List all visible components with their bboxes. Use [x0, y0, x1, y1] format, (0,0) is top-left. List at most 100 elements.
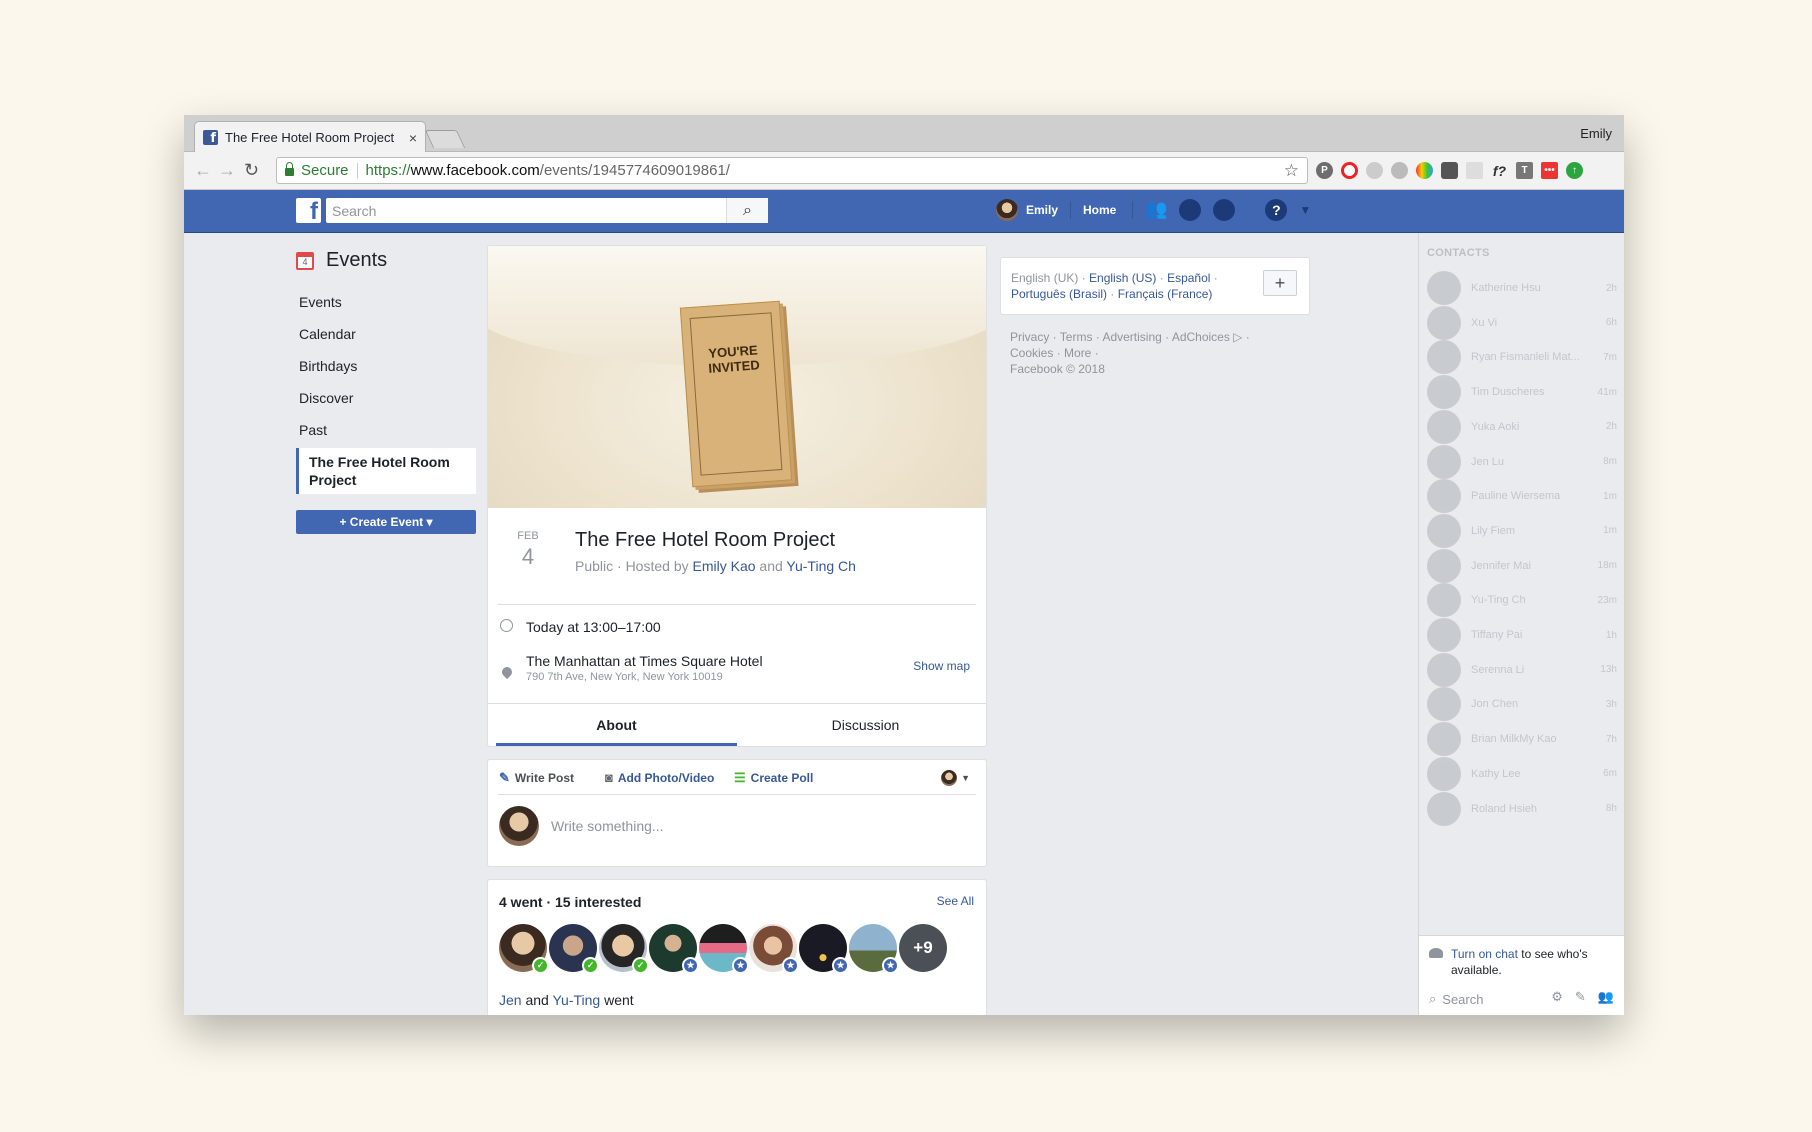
contact-item[interactable]: Ryan Fismanleli Mat... 7m — [1427, 340, 1617, 375]
lang-link[interactable]: English (US) — [1089, 271, 1156, 285]
went-name-1[interactable]: Jen — [499, 992, 522, 1008]
went-name-2[interactable]: Yu-Ting — [552, 992, 600, 1008]
close-icon[interactable]: × — [409, 130, 417, 146]
user-name-link[interactable]: Emily — [1026, 203, 1058, 217]
event-card: YOU'RE INVITED FEB 4 The Free Hotel Room… — [487, 245, 987, 747]
tab-about[interactable]: About — [496, 704, 737, 746]
facebook-logo-icon[interactable]: f — [296, 198, 321, 224]
contact-item[interactable]: Xu Vi 6h — [1427, 305, 1617, 340]
forward-arrow-icon[interactable]: → — [218, 161, 236, 179]
host-link-1[interactable]: Emily Kao — [693, 558, 756, 574]
cast-extension-icon[interactable] — [1366, 162, 1383, 179]
contact-item[interactable]: Tim Duscheres 41m — [1427, 375, 1617, 410]
pocket-extension-icon[interactable] — [1441, 162, 1458, 179]
text-extension-icon[interactable]: T — [1516, 162, 1533, 179]
contact-item[interactable]: Brian MilkMy Kao 7h — [1427, 722, 1617, 757]
search-input[interactable]: Search ⌕ — [326, 198, 768, 223]
contact-item[interactable]: Kathy Lee 6m — [1427, 756, 1617, 791]
help-icon[interactable]: ? — [1265, 199, 1288, 221]
tab-discussion[interactable]: Discussion — [745, 704, 986, 746]
lastpass-extension-icon[interactable]: ••• — [1541, 162, 1558, 179]
user-avatar[interactable] — [996, 199, 1018, 221]
browser-tab[interactable]: f The Free Hotel Room Project × — [194, 121, 426, 153]
font-extension-icon[interactable]: f? — [1491, 162, 1508, 179]
chat-search-input[interactable]: ⌕ Search — [1429, 991, 1483, 1007]
note-extension-icon[interactable] — [1466, 162, 1483, 179]
contact-item[interactable]: Jon Chen 3h — [1427, 687, 1617, 722]
contact-avatar — [1427, 409, 1461, 444]
more-guests-button[interactable]: +9 — [899, 924, 947, 972]
sidebar-item-events[interactable]: Events — [296, 286, 476, 318]
copy-extension-icon[interactable] — [1391, 162, 1408, 179]
contact-item[interactable]: Yu-Ting Ch 23m — [1427, 583, 1617, 618]
create-poll-tab[interactable]: ☰ Create Poll — [734, 770, 813, 786]
guest-avatar[interactable]: ★ — [699, 924, 749, 974]
account-menu-chevron-icon[interactable]: ▼ — [1299, 203, 1311, 217]
gear-icon[interactable]: ⚙ — [1551, 989, 1563, 1005]
contact-item[interactable]: Tiffany Pai 1h — [1427, 618, 1617, 652]
messenger-icon[interactable] — [1179, 199, 1202, 221]
going-summary[interactable]: 4 went · 15 interested — [499, 894, 641, 910]
back-arrow-icon[interactable]: ← — [194, 161, 212, 179]
show-map-link[interactable]: Show map — [913, 659, 970, 673]
rainbow-extension-icon[interactable] — [1416, 162, 1433, 179]
footer-links-line[interactable]: Privacy · Terms · Advertising · AdChoice… — [1010, 329, 1310, 345]
contact-item[interactable]: Jen Lu 8m — [1427, 444, 1617, 479]
lang-link[interactable]: Français (France) — [1118, 287, 1213, 301]
star-icon: ★ — [882, 957, 899, 974]
contact-item[interactable]: Jennifer Mai 18m — [1427, 548, 1617, 583]
address-bar[interactable]: Secure https:// www.facebook.com /events… — [276, 157, 1308, 184]
guest-avatar[interactable]: ✓ — [499, 924, 549, 974]
turn-on-chat-link[interactable]: Turn on chat — [1451, 947, 1518, 961]
events-title: Events — [326, 249, 388, 271]
sidebar-item-past[interactable]: Past — [296, 414, 476, 446]
contact-item[interactable]: Pauline Wiersema 1m — [1427, 479, 1617, 514]
contact-item[interactable]: Yuka Aoki 2h — [1427, 409, 1617, 444]
profile-name[interactable]: Emily — [1580, 126, 1612, 141]
create-group-icon[interactable]: 👥 — [1598, 989, 1614, 1005]
contact-item[interactable]: Lily Fiem 1m — [1427, 513, 1617, 548]
divider — [498, 794, 976, 795]
write-post-tab[interactable]: ✎ Write Post — [499, 770, 574, 786]
guest-avatar[interactable]: ★ — [849, 924, 899, 974]
lang-link[interactable]: Español — [1167, 271, 1210, 285]
lang-link[interactable]: Português (Brasil) — [1011, 287, 1107, 301]
friend-requests-icon[interactable]: 👥 — [1145, 199, 1167, 221]
guest-avatar[interactable]: ✓ — [549, 924, 599, 974]
write-something-input[interactable]: Write something... — [551, 818, 664, 834]
post-as-selector[interactable]: ▼ — [941, 770, 970, 786]
upload-extension-icon[interactable]: ↑ — [1566, 162, 1583, 179]
sidebar-item-discover[interactable]: Discover — [296, 382, 476, 414]
sidebar-item-calendar[interactable]: Calendar — [296, 318, 476, 350]
event-header: FEB 4 The Free Hotel Room Project Public… — [488, 508, 986, 605]
guest-avatar[interactable]: ★ — [649, 924, 699, 974]
see-all-link[interactable]: See All — [937, 894, 974, 908]
contact-item[interactable]: Katherine Hsu 2h — [1427, 271, 1617, 305]
search-icon[interactable]: ⌕ — [726, 198, 768, 223]
new-tab-button[interactable] — [424, 130, 466, 148]
opera-extension-icon[interactable] — [1341, 162, 1358, 179]
reload-icon[interactable]: ↻ — [244, 161, 259, 179]
event-privacy: Public · Hosted by — [575, 558, 689, 574]
footer-links-line[interactable]: Cookies · More · — [1010, 345, 1310, 361]
guest-avatar[interactable]: ✓ — [599, 924, 649, 974]
pinterest-extension-icon[interactable]: P — [1316, 162, 1333, 179]
sidebar-item-current-event[interactable]: The Free Hotel Room Project — [296, 448, 476, 494]
bookmark-star-icon[interactable]: ☆ — [1284, 161, 1299, 181]
host-link-2[interactable]: Yu-Ting Ch — [786, 558, 856, 574]
guest-avatar[interactable]: ★ — [749, 924, 799, 974]
home-link[interactable]: Home — [1083, 203, 1116, 217]
sidebar-item-birthdays[interactable]: Birthdays — [296, 350, 476, 382]
contact-item[interactable]: Roland Hsieh 8h — [1427, 791, 1617, 826]
notifications-globe-icon[interactable] — [1213, 199, 1236, 221]
create-event-button[interactable]: + Create Event ▾ — [296, 510, 476, 534]
guest-avatar[interactable]: ★ — [799, 924, 849, 974]
add-language-button[interactable]: + — [1263, 270, 1297, 296]
event-cover-photo[interactable]: YOU'RE INVITED — [488, 246, 986, 508]
check-icon: ✓ — [632, 957, 649, 974]
event-month: FEB — [517, 530, 539, 542]
compose-icon[interactable]: ✎ — [1575, 989, 1586, 1005]
chat-sidebar: CONTACTS Katherine Hsu 2h Xu Vi 6h Ryan Fism… — [1418, 233, 1624, 1015]
add-photo-video-tab[interactable]: ◙ Add Photo/Video — [605, 770, 714, 785]
contact-item[interactable]: Serenna Li 13h — [1427, 652, 1617, 687]
